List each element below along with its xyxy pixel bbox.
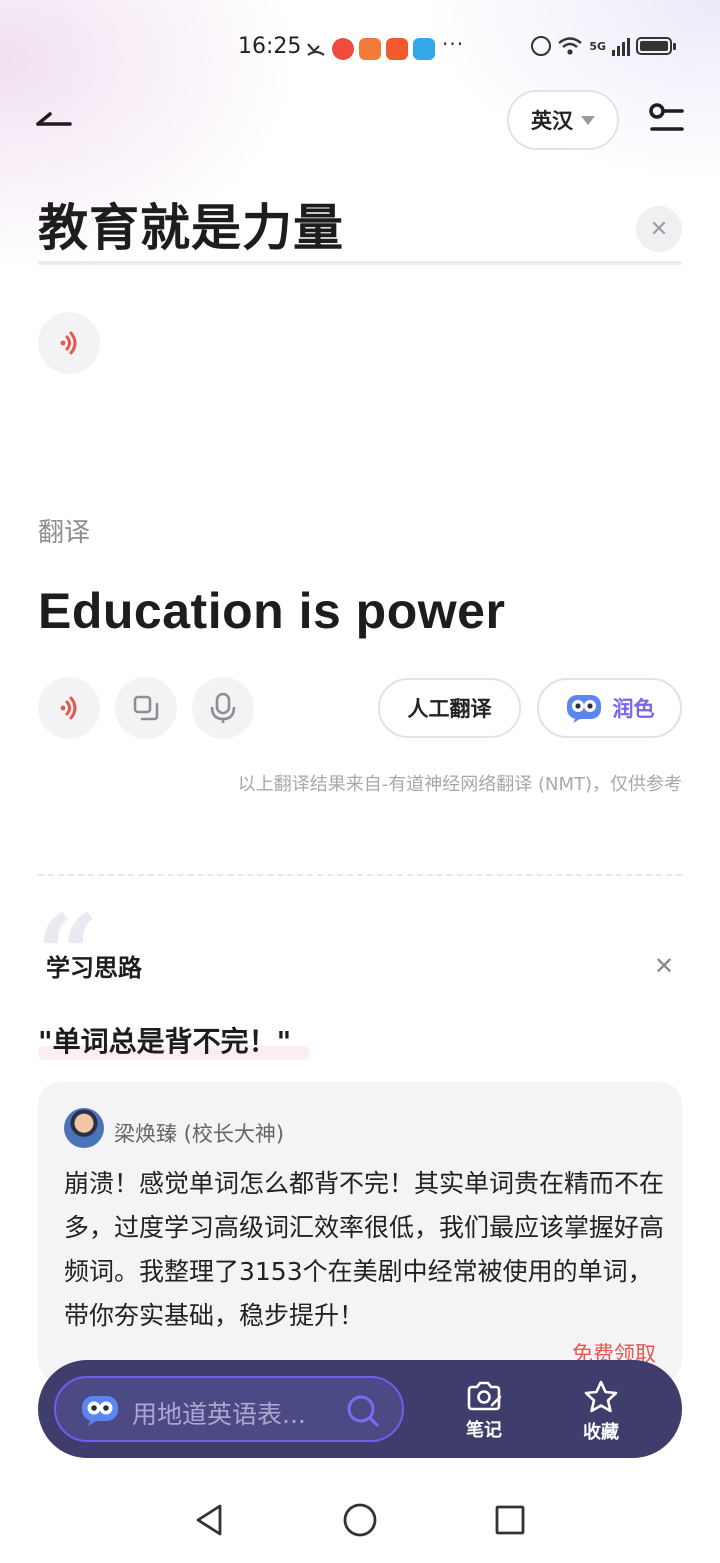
bottom-bar: 用地道英语表... 笔记 收藏 xyxy=(38,1360,682,1458)
battery-icon xyxy=(636,37,676,55)
microphone-icon xyxy=(210,692,236,723)
network-type: 5G xyxy=(589,39,606,53)
alarm-icon xyxy=(531,36,552,56)
speaker-icon xyxy=(60,331,77,355)
translation-speak-button[interactable] xyxy=(38,677,100,739)
voice-button[interactable] xyxy=(192,677,254,739)
status-right: 5G xyxy=(531,36,676,56)
square-recents-icon xyxy=(495,1505,525,1535)
missed-call-icon xyxy=(305,38,327,60)
section-divider xyxy=(38,874,682,876)
close-icon: ✕ xyxy=(654,952,675,980)
study-section-title: 学习思路 xyxy=(46,954,142,982)
favorites-button[interactable]: 收藏 xyxy=(566,1380,636,1444)
language-label: 英汉 xyxy=(531,109,573,133)
chevron-down-icon xyxy=(581,115,595,125)
book-app-icon xyxy=(413,38,435,60)
wifi-icon xyxy=(557,36,583,56)
settings-button[interactable] xyxy=(646,100,686,140)
search-icon[interactable] xyxy=(346,1394,380,1428)
polish-label: 润色 xyxy=(612,697,655,721)
nav-back-button[interactable] xyxy=(190,1500,230,1540)
circle-home-icon xyxy=(343,1503,377,1537)
translation-section-label: 翻译 xyxy=(38,518,91,548)
back-button[interactable] xyxy=(34,104,74,134)
robot-mascot-icon xyxy=(82,1396,118,1426)
search-placeholder: 用地道英语表... xyxy=(132,1400,306,1429)
star-icon xyxy=(584,1380,618,1413)
favorites-label: 收藏 xyxy=(583,1422,619,1443)
nav-home-button[interactable] xyxy=(340,1500,380,1540)
study-close-button[interactable]: ✕ xyxy=(654,952,674,980)
avatar xyxy=(64,1108,104,1148)
study-quote: "单词总是背不完！" xyxy=(38,1025,292,1058)
search-input[interactable]: 用地道英语表... xyxy=(54,1376,404,1442)
copy-icon xyxy=(133,695,159,721)
language-selector[interactable]: 英汉 xyxy=(507,90,619,150)
back-arrow-icon xyxy=(36,112,72,126)
status-time: 16:25 xyxy=(238,34,302,59)
close-icon: ✕ xyxy=(649,216,669,242)
study-card[interactable]: 梁焕臻 (校长大神) 崩溃！感觉单词怎么都背不完！其实单词贵在精而不在多，过度学… xyxy=(38,1082,682,1382)
source-divider xyxy=(38,261,682,265)
nav-recents-button[interactable] xyxy=(490,1500,530,1540)
author-name: 梁焕臻 (校长大神) xyxy=(114,1122,285,1146)
status-bar: 16:25 ··· 5G xyxy=(0,30,720,70)
more-notifications-icon: ··· xyxy=(442,32,465,56)
robot-mascot-icon xyxy=(566,695,601,723)
app-notification-icon xyxy=(332,38,354,60)
notes-label: 笔记 xyxy=(466,1420,502,1441)
source-speak-button[interactable] xyxy=(38,312,100,374)
sliders-icon xyxy=(649,103,684,131)
source-text[interactable]: 教育就是力量 xyxy=(38,188,344,260)
human-translate-label: 人工翻译 xyxy=(407,697,492,721)
app-notification-icon xyxy=(386,38,408,60)
camera-note-icon xyxy=(467,1381,502,1411)
study-card-body: 崩溃！感觉单词怎么都背不完！其实单词贵在精而不在多，过度学习高级词汇效率很低，我… xyxy=(64,1169,665,1330)
human-translate-button[interactable]: 人工翻译 xyxy=(378,678,521,738)
triangle-back-icon xyxy=(196,1504,222,1536)
clear-button[interactable]: ✕ xyxy=(636,206,682,252)
copy-button[interactable] xyxy=(115,677,177,739)
translation-text: Education is power xyxy=(38,583,506,639)
signal-icon xyxy=(612,36,630,56)
polish-button[interactable]: 润色 xyxy=(537,678,682,738)
app-notification-icon xyxy=(359,38,381,60)
translation-disclaimer: 以上翻译结果来自-有道神经网络翻译 (NMT)，仅供参考 xyxy=(237,774,682,795)
notes-button[interactable]: 笔记 xyxy=(449,1380,519,1442)
speaker-icon xyxy=(60,696,77,720)
